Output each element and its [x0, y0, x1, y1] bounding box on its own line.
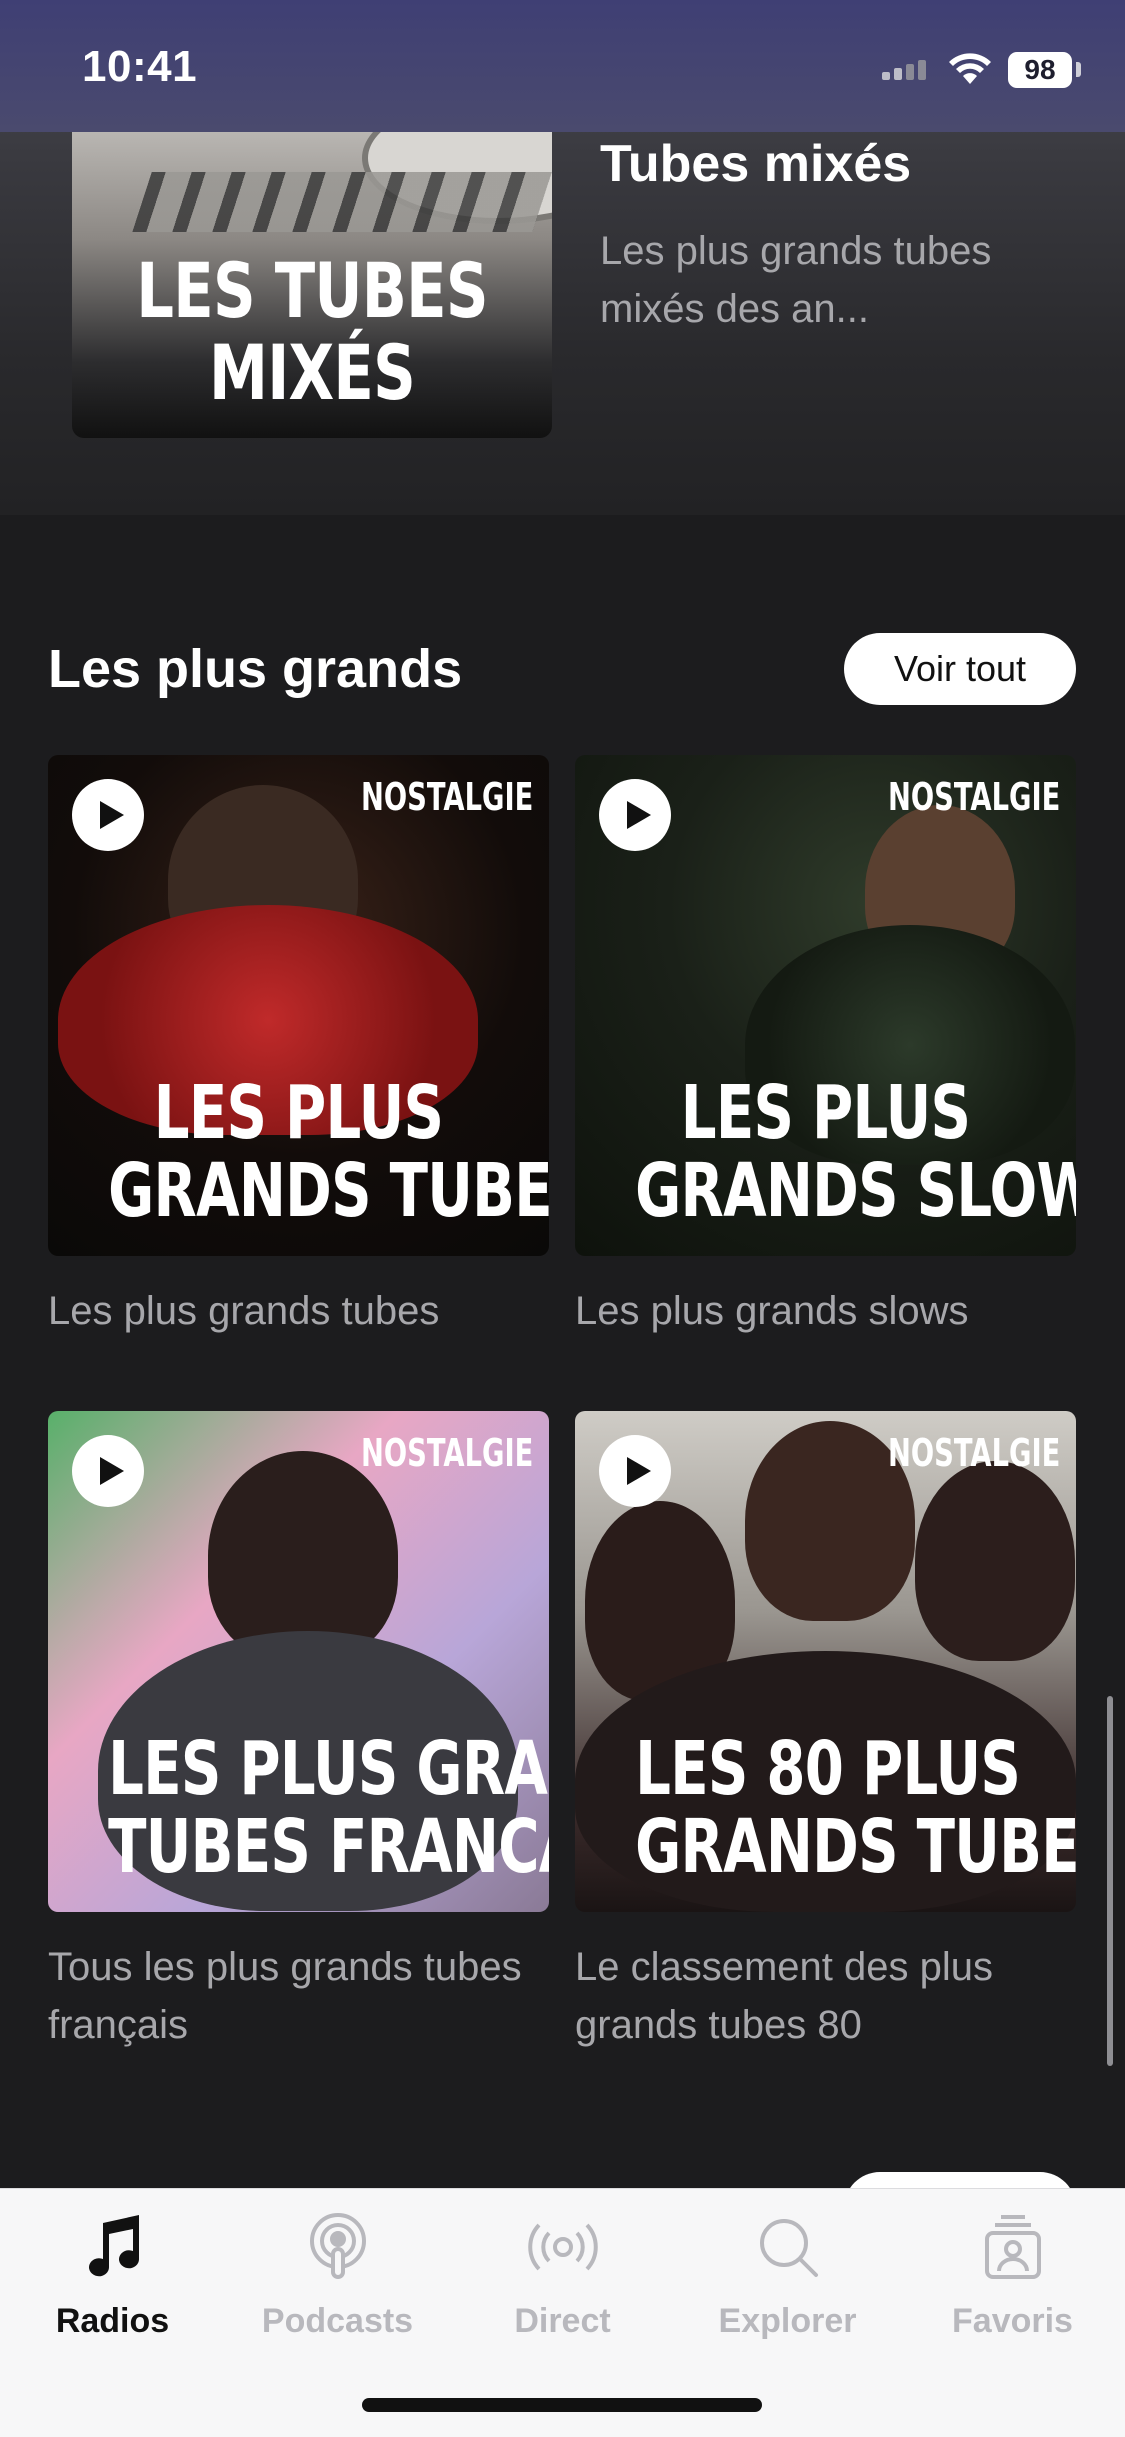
tab-label: Podcasts [261, 2302, 414, 2340]
tab-direct[interactable]: Direct [450, 2211, 675, 2341]
cellular-signal-icon [882, 60, 930, 80]
card-title-line2: GRANDS TUBES 80 [635, 1804, 1076, 1890]
nostalgie-logo: NOSTALGIE [887, 1431, 1060, 1475]
station-card-tubes-francais[interactable]: NOSTALGIE LES PLUS GRANDS TUBES FRANCAIS [48, 1411, 549, 1912]
home-indicator[interactable] [362, 2398, 762, 2412]
card-title-line1: LES PLUS GRANDS [108, 1726, 549, 1812]
see-all-button[interactable]: Voir tout [844, 633, 1076, 705]
station-card-tubes-80[interactable]: NOSTALGIE LES 80 PLUS GRANDS TUBES 80 [575, 1411, 1076, 1912]
tab-label: Radios [55, 2302, 170, 2340]
featured-artwork[interactable]: LES TUBES MIXÉS [72, 132, 552, 438]
card-caption[interactable]: Les plus grands tubes [48, 1282, 568, 1340]
card-title-line2: GRANDS SLOWS [635, 1148, 1076, 1234]
featured-title[interactable]: Tubes mixés [600, 134, 911, 194]
card-title-line2: TUBES FRANCAIS [108, 1804, 549, 1890]
card-caption[interactable]: Le classement des plus grands tubes 80 [575, 1938, 1095, 2054]
card-artwork-title: LES 80 PLUS GRANDS TUBES 80 [635, 1726, 1076, 1890]
nostalgie-logo: NOSTALGIE [887, 775, 1060, 819]
play-icon[interactable] [72, 1435, 144, 1507]
nostalgie-logo: NOSTALGIE [360, 775, 533, 819]
battery-level: 98 [1008, 52, 1072, 88]
tab-radios[interactable]: Radios [0, 2211, 225, 2341]
section-title: Les plus grands [48, 639, 463, 699]
card-title-line1: LES 80 PLUS [635, 1726, 1021, 1812]
tab-label: Direct [514, 2302, 611, 2340]
tab-explorer[interactable]: Explorer [675, 2211, 900, 2341]
music-note-icon [88, 2215, 139, 2277]
podcast-icon [309, 2213, 366, 2279]
play-icon[interactable] [599, 779, 671, 851]
status-bar: 10:41 98 [0, 0, 1125, 132]
featured-artwork-title: LES TUBES MIXÉS [125, 250, 499, 414]
card-artwork-title: LES PLUS GRANDS TUBES [108, 1070, 549, 1234]
station-card-grands-slows[interactable]: NOSTALGIE LES PLUS GRANDS SLOWS [575, 755, 1076, 1256]
tab-favoris[interactable]: Favoris [900, 2211, 1125, 2341]
broadcast-icon [527, 2223, 598, 2271]
wifi-icon [949, 53, 991, 84]
card-artwork-title: LES PLUS GRANDS SLOWS [635, 1070, 1076, 1234]
card-caption[interactable]: Les plus grands slows [575, 1282, 1095, 1340]
card-title-line2: GRANDS TUBES [108, 1148, 549, 1234]
station-card-grands-tubes[interactable]: NOSTALGIE LES PLUS GRANDS TUBES [48, 755, 549, 1256]
featured-artwork-title-line1: LES TUBES [136, 246, 488, 335]
tab-label: Favoris [952, 2302, 1073, 2340]
search-icon [759, 2219, 818, 2277]
card-title-line1: LES PLUS [153, 1070, 444, 1156]
mixer-graphic [132, 172, 552, 232]
play-icon[interactable] [599, 1435, 671, 1507]
artist-photo-3 [915, 1461, 1075, 1661]
favorites-icon [984, 2215, 1041, 2279]
card-title-line1: LES PLUS [680, 1070, 971, 1156]
tab-podcasts[interactable]: Podcasts [225, 2211, 450, 2341]
featured-description: Les plus grands tubes mixés des an... [600, 229, 992, 331]
artist-photo [208, 1451, 398, 1661]
scroll-indicator[interactable] [1107, 1696, 1113, 2066]
status-time: 10:41 [82, 42, 198, 91]
card-caption[interactable]: Tous les plus grands tubes français [48, 1938, 568, 2054]
battery-icon [1076, 62, 1081, 77]
tab-label: Explorer [718, 2302, 857, 2340]
featured-artwork-title-line2: MIXÉS [208, 328, 416, 417]
card-artwork-title: LES PLUS GRANDS TUBES FRANCAIS [108, 1726, 549, 1890]
nostalgie-logo: NOSTALGIE [360, 1431, 533, 1475]
play-icon[interactable] [72, 779, 144, 851]
